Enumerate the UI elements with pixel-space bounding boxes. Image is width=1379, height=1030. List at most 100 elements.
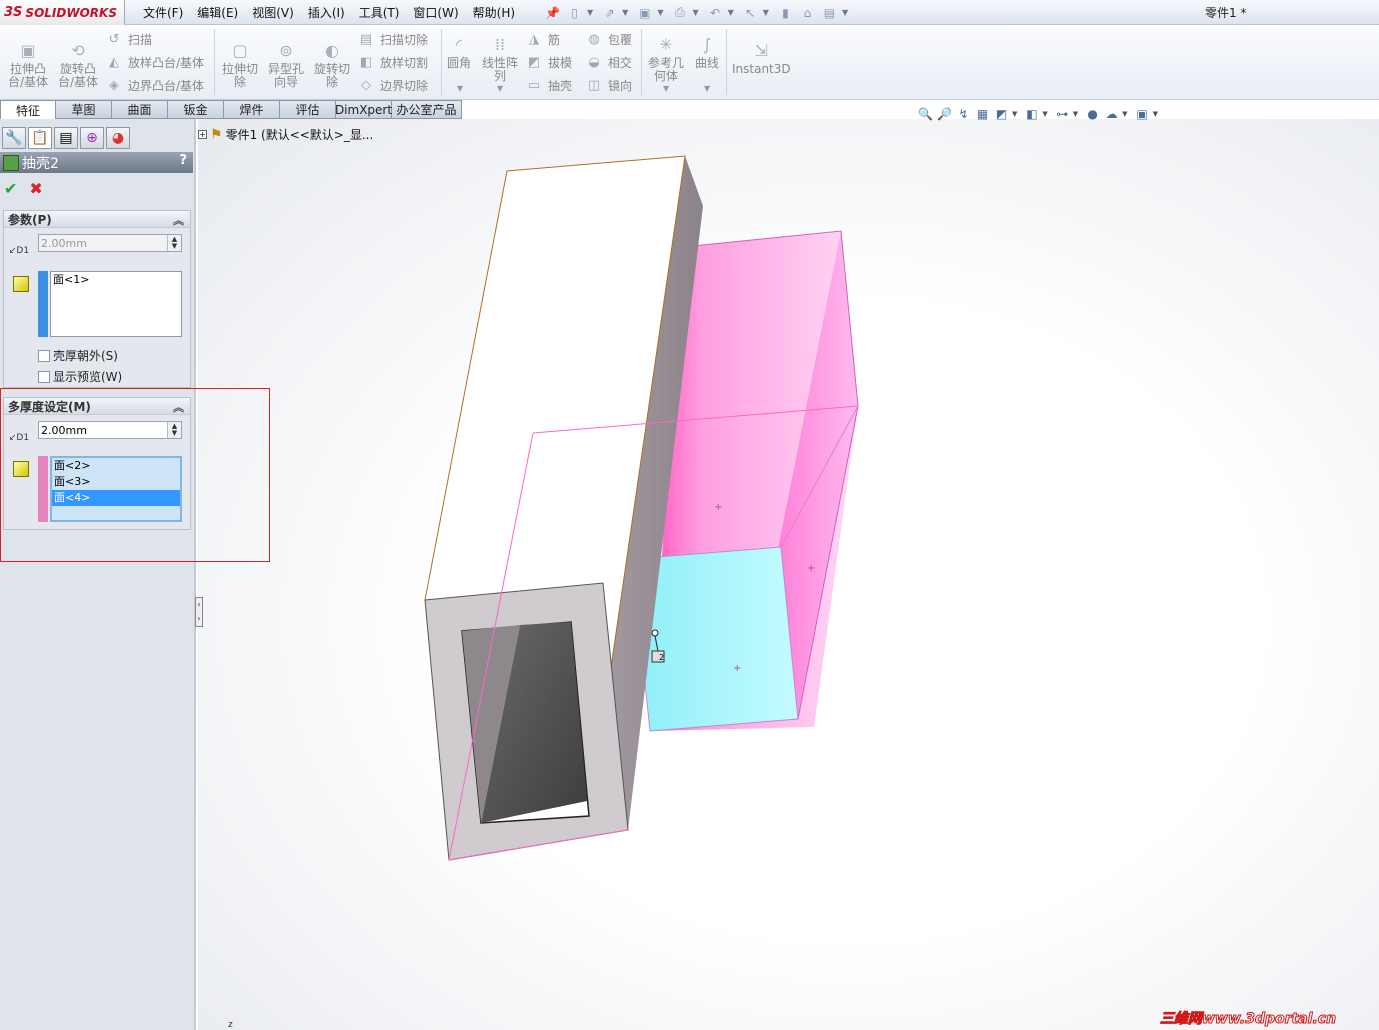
shell-outward-checkbox[interactable]: 壳厚朝外(S) — [38, 347, 118, 364]
tab-sketch[interactable]: 草图 — [56, 100, 112, 119]
chevron-down-icon[interactable]: ▼ — [692, 8, 698, 17]
chevron-down-icon[interactable]: ▼ — [1042, 110, 1047, 118]
revolve-boss-button[interactable]: ⟲ 旋转凸 台/基体 — [58, 39, 98, 89]
swept-cut-button[interactable]: ▤ 扫描切除 — [358, 29, 428, 49]
rebuild-icon[interactable]: ▮ — [776, 4, 795, 22]
menu-edit[interactable]: 编辑(E) — [190, 4, 245, 21]
chevron-down-icon[interactable]: ▼ — [497, 84, 503, 93]
thickness-spinbox[interactable]: 2.00mm ▲ ▼ — [38, 234, 182, 252]
save-icon[interactable]: ▣ — [635, 4, 654, 22]
select-cursor-icon[interactable]: ↖ — [741, 4, 760, 22]
cancel-x-icon[interactable]: ✖ — [29, 179, 42, 198]
sweep-button[interactable]: ↺ 扫描 — [106, 29, 152, 49]
boundary-boss-button[interactable]: ◈ 边界凸台/基体 — [106, 75, 204, 95]
property-manager-header: 抽壳2 ? — [0, 152, 193, 173]
tab-surfaces[interactable]: 曲面 — [112, 100, 168, 119]
chevron-down-icon[interactable]: ▼ — [728, 8, 734, 17]
rib-button[interactable]: ◮ 筋 — [526, 29, 560, 49]
edit-appearance-icon[interactable]: ● — [1084, 106, 1101, 123]
tab-weldments[interactable]: 焊件 — [224, 100, 280, 119]
ok-check-icon[interactable]: ✔ — [4, 179, 17, 198]
help-button[interactable]: ? — [179, 153, 187, 168]
chevron-down-icon[interactable]: ▼ — [1122, 110, 1127, 118]
display-style-icon[interactable]: ◧ — [1023, 106, 1040, 123]
tab-evaluate[interactable]: 评估 — [280, 100, 336, 119]
chevron-down-icon[interactable]: ▼ — [622, 8, 628, 17]
options-icon[interactable]: ▤ — [820, 4, 839, 22]
mirror-button[interactable]: ◫ 镜向 — [586, 75, 632, 95]
revolve-cut-button[interactable]: ◐ 旋转切 除 — [314, 39, 350, 89]
show-preview-checkbox[interactable]: 显示预览(W) — [38, 368, 122, 385]
extrude-cut-button[interactable]: ▢ 拉伸切 除 — [222, 39, 258, 89]
fillet-button[interactable]: ◜ 圆角 — [447, 33, 471, 70]
chevron-down-icon[interactable]: ▼ — [657, 8, 663, 17]
pin-icon[interactable]: 📌 — [543, 4, 562, 22]
chevron-down-icon[interactable]: ▼ — [842, 8, 848, 17]
intersect-label: 相交 — [608, 55, 633, 70]
chevron-down-icon[interactable]: ▼ — [663, 84, 669, 93]
part-model[interactable]: + + + 2 — [198, 119, 1379, 1030]
feature-manager-tab-icon[interactable]: 🔧 — [2, 127, 26, 149]
tree-root-label[interactable]: 零件1 (默认<<默认>_显... — [226, 126, 374, 143]
menu-file[interactable]: 文件(F) — [136, 4, 190, 21]
shell-button[interactable]: ▭ 抽壳 — [526, 75, 572, 95]
chevron-down-icon[interactable]: ▼ — [587, 8, 593, 17]
zoom-to-area-icon[interactable]: 🔎 — [936, 106, 953, 123]
chevron-down-icon[interactable]: ▼ — [1012, 110, 1017, 118]
checkbox-box[interactable] — [38, 370, 50, 383]
solidworks-logo[interactable]: 3S SOLIDWORKS — [0, 0, 125, 25]
parameters-header[interactable]: 参数(P) ︽ — [4, 211, 190, 228]
file-properties-icon[interactable]: ⌂ — [798, 4, 817, 22]
chevron-down-icon[interactable]: ▼ — [704, 84, 710, 93]
configuration-manager-tab-icon[interactable]: ▤ — [54, 127, 78, 149]
list-item[interactable]: 面<1> — [51, 272, 181, 288]
menu-help[interactable]: 帮助(H) — [466, 4, 522, 21]
intersect-button[interactable]: ◒ 相交 — [586, 52, 632, 72]
hide-show-icon[interactable]: ⊶ — [1054, 106, 1071, 123]
open-icon[interactable]: ⇗ — [600, 4, 619, 22]
faces-to-remove-list[interactable]: 面<1> — [50, 271, 182, 337]
menu-view[interactable]: 视图(V) — [245, 4, 301, 21]
instant3d-button[interactable]: ⇲ Instant3D — [732, 39, 791, 76]
section-view-icon[interactable]: ▦ — [974, 106, 991, 123]
lofted-cut-button[interactable]: ◧ 放样切割 — [358, 52, 428, 72]
panel-splitter[interactable]: ‹ › — [195, 597, 203, 627]
print-icon[interactable]: ⎙ — [670, 4, 689, 22]
spinner-arrows[interactable]: ▲ ▼ — [167, 235, 181, 251]
new-document-icon[interactable]: ▯ — [565, 4, 584, 22]
chevron-down-icon[interactable]: ▼ — [457, 84, 463, 93]
linear-pattern-button[interactable]: ⁞⁞ 线性阵 列 — [482, 33, 518, 83]
tab-features[interactable]: 特征 — [0, 100, 56, 120]
expand-icon[interactable]: + — [198, 130, 207, 139]
menu-tools[interactable]: 工具(T) — [352, 4, 407, 21]
property-manager-tab-icon[interactable]: 📋 — [28, 127, 52, 149]
dimxpert-manager-tab-icon[interactable]: ⊕ — [80, 127, 104, 149]
menu-window[interactable]: 窗口(W) — [406, 4, 465, 21]
boundary-cut-button[interactable]: ◇ 边界切除 — [358, 75, 428, 95]
extrude-boss-button[interactable]: ▣ 拉伸凸 台/基体 — [8, 39, 48, 89]
loft-boss-button[interactable]: ◭ 放样凸台/基体 — [106, 52, 204, 72]
chevron-down-icon[interactable]: ▼ — [1073, 110, 1078, 118]
tab-sheet-metal[interactable]: 钣金 — [168, 100, 224, 119]
zoom-to-fit-icon[interactable]: 🔍 — [917, 106, 934, 123]
collapse-icon[interactable]: ︽ — [173, 212, 184, 228]
tab-office-products[interactable]: 办公室产品 — [392, 100, 462, 119]
previous-view-icon[interactable]: ↯ — [955, 106, 972, 123]
hole-wizard-button[interactable]: ⊚ 异型孔 向导 — [268, 39, 304, 89]
feature-tree-flyout[interactable]: + ⚑ 零件1 (默认<<默认>_显... — [198, 126, 373, 143]
undo-icon[interactable]: ↶ — [706, 4, 725, 22]
view-orientation-icon[interactable]: ◩ — [993, 106, 1010, 123]
menu-insert[interactable]: 插入(I) — [301, 4, 352, 21]
tab-dimxpert[interactable]: DimXpert — [335, 100, 392, 119]
chevron-down-icon[interactable]: ▼ — [1153, 110, 1158, 118]
wrap-button[interactable]: ◍ 包覆 — [586, 29, 632, 49]
apply-scene-icon[interactable]: ☁ — [1103, 106, 1120, 123]
chevron-down-icon[interactable]: ▼ — [763, 8, 769, 17]
draft-button[interactable]: ◩ 拔模 — [526, 52, 572, 72]
view-settings-icon[interactable]: ▣ — [1134, 106, 1151, 123]
reference-geometry-button[interactable]: ✳ 参考几 何体 — [648, 33, 684, 83]
feature-title: 抽壳2 — [22, 155, 59, 172]
display-manager-tab-icon[interactable]: ◕ — [106, 127, 130, 149]
checkbox-box[interactable] — [38, 349, 50, 362]
curves-button[interactable]: ∫ 曲线 — [695, 33, 719, 70]
